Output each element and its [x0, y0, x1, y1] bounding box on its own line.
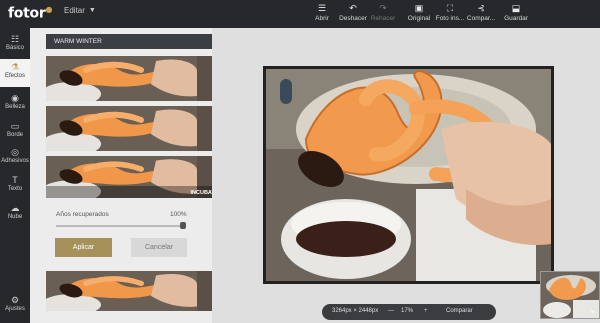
sidebar-item-eye[interactable]: ◉ Belleza [0, 90, 30, 118]
flask-icon: ⚗ [10, 62, 20, 72]
toolbar-save-button[interactable]: ⬓ Guardar [498, 3, 534, 22]
intensity-slider[interactable] [56, 225, 184, 227]
fotor-logo[interactable]: fotor● [8, 5, 52, 22]
edit-menu[interactable]: Editar ▼ [64, 6, 96, 15]
zoom-in-button[interactable]: + [424, 308, 428, 314]
effect-thumbnail[interactable]: INCUBATOR [46, 156, 227, 198]
sidebar-item-text[interactable]: T Texto [0, 172, 30, 200]
toolbar-label: Original [407, 15, 431, 22]
sidebar-item-label: Belleza [5, 104, 25, 110]
toolbar-label: Deshacer [339, 15, 367, 22]
compare-button[interactable]: Comparar [446, 308, 473, 314]
effect-group-title: WARM WINTER [54, 38, 102, 45]
toolbar-label: Guardar [504, 15, 528, 22]
effect-thumbnail[interactable] [46, 271, 227, 311]
toolbar-redo-button[interactable]: ↷ Rehacer [365, 3, 401, 22]
slider-label: Años recuperados [56, 211, 109, 218]
effect-thumbnail[interactable] [46, 106, 227, 151]
sliders-icon: ☷ [10, 34, 20, 44]
sticker-icon: ◎ [11, 147, 19, 157]
sidebar-item-cloud[interactable]: ☁ Nube [0, 200, 30, 228]
effect-preview-image [46, 271, 197, 311]
gear-icon: ⚙ [10, 295, 20, 305]
apply-button[interactable]: Aplicar [55, 238, 112, 257]
sidebar-item-flask[interactable]: ⚗ Efectos [0, 59, 30, 87]
sidebar-item-label: Ajustes [5, 306, 25, 312]
sidebar-item-label: Básico [5, 45, 24, 51]
cancel-button[interactable]: Cancelar [131, 238, 187, 257]
redo-icon: ↷ [379, 3, 387, 13]
sidebar-item-label: Efectos [4, 73, 25, 79]
zoom-level: 17% [401, 308, 414, 314]
edit-menu-label: Editar [64, 6, 85, 15]
navigator-thumbnail[interactable]: ↘ [540, 271, 600, 319]
sidebar-item-settings[interactable]: ⚙ Ajustes [0, 292, 30, 320]
sidebar-item-label: Borde [6, 132, 23, 138]
frame-icon: ▭ [10, 121, 20, 131]
image-dimensions: 3264px × 2448px [332, 308, 379, 314]
toolbar-label: Abrir [315, 15, 329, 22]
slider-handle[interactable] [180, 222, 186, 229]
sidebar: ☷ Básico ⚗ Efectos ◉ Belleza ▭ Borde ◎ Adhesivos T… [0, 28, 30, 323]
photo-image [266, 69, 551, 281]
toolbar-share-button[interactable]: ⊰ Compar... [463, 3, 499, 22]
chevron-down-icon: ▼ [88, 7, 96, 14]
share-icon: ⊰ [477, 3, 485, 13]
toolbar-label: Compar... [466, 15, 496, 22]
slider-value: 100% [170, 211, 187, 218]
cloud-icon: ☁ [10, 203, 20, 213]
sidebar-item-frame[interactable]: ▭ Borde [0, 118, 30, 146]
main-photo[interactable] [266, 69, 551, 281]
sidebar-item-label: Nube [7, 214, 23, 220]
zoom-out-button[interactable]: — [388, 308, 394, 314]
top-bar: fotor● Editar ▼ ☰ Abrir ↶ Deshacer ↷ Rehacer ▣… [0, 0, 600, 28]
toolbar-label: Rehacer [370, 15, 396, 22]
effect-group-header[interactable]: WARM WINTER — [46, 34, 227, 49]
toolbar-label: Foto ins... [435, 15, 465, 22]
effect-preview-image [46, 106, 197, 151]
effect-preview-image [46, 56, 197, 101]
sidebar-item-sticker[interactable]: ◎ Adhesivos [0, 144, 30, 172]
sidebar-item-sliders[interactable]: ☷ Básico [0, 31, 30, 59]
zoom-bar: 3264px × 2448px — 17% + Comparar [322, 304, 496, 320]
sidebar-item-label: Texto [7, 186, 23, 192]
save-icon: ⬓ [511, 3, 521, 13]
collapse-navigator-icon[interactable]: ↘ [589, 308, 597, 316]
effect-thumbnail[interactable] [46, 56, 227, 101]
sidebar-item-label: Adhesivos [1, 158, 29, 164]
eye-icon: ◉ [11, 93, 19, 103]
text-icon: T [12, 175, 18, 185]
